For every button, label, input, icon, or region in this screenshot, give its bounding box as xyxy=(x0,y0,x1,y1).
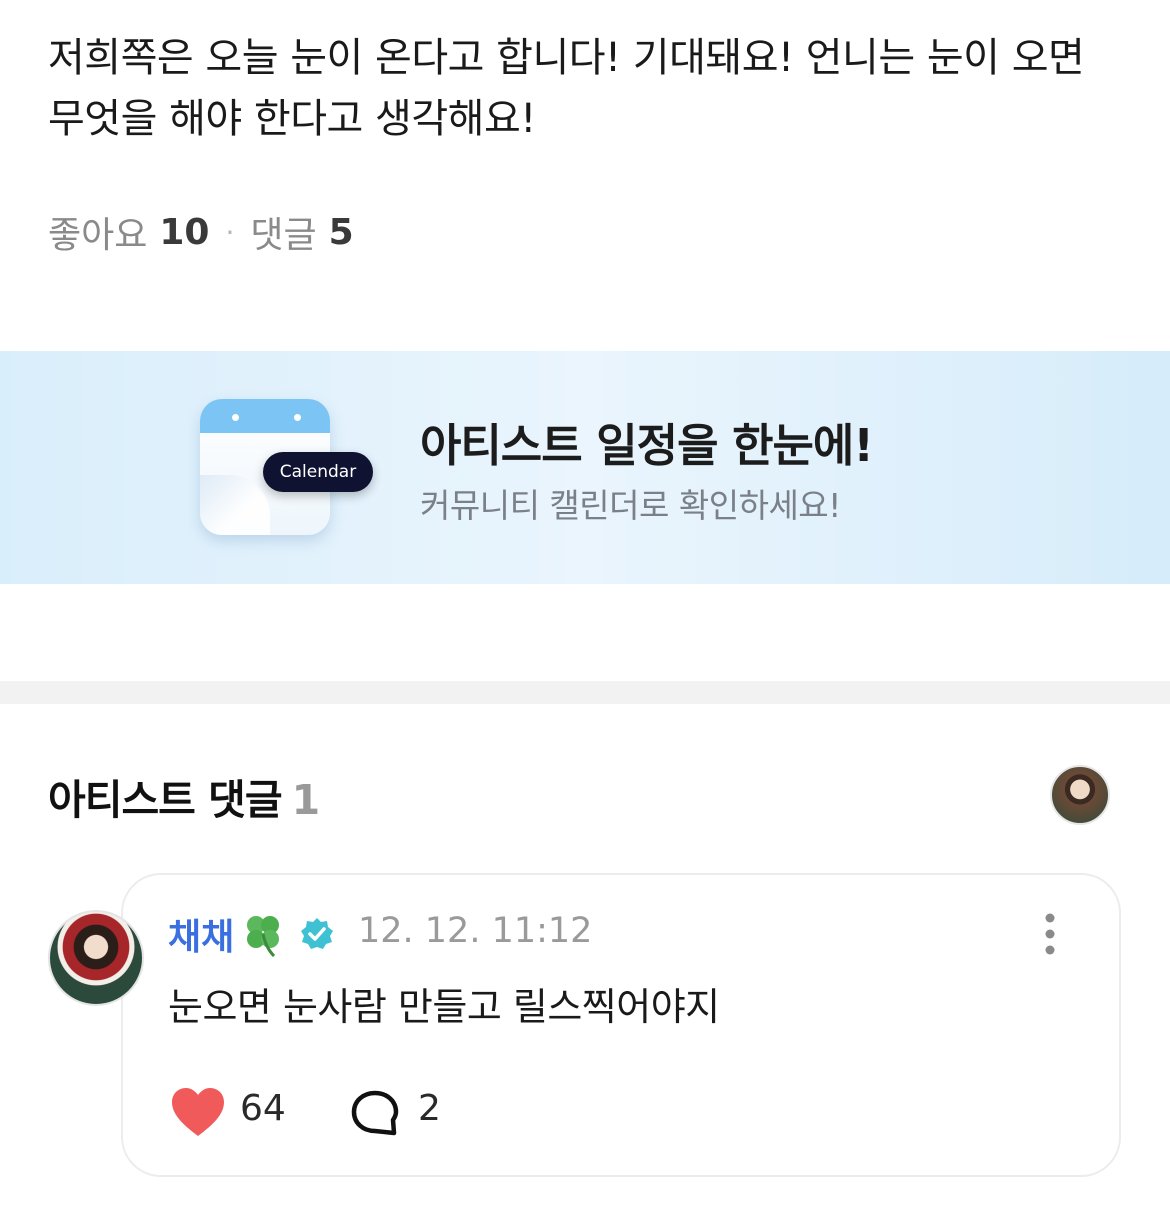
stats-separator: · xyxy=(225,215,235,249)
comment-author-name[interactable]: 채채 xyxy=(168,908,234,960)
post-stats: 좋아요 10 · 댓글 5 xyxy=(48,208,354,257)
reply-bubble-icon[interactable] xyxy=(350,1089,400,1137)
comment-author-avatar[interactable] xyxy=(48,910,144,1006)
artist-comments-title: 아티스트 댓글 xyxy=(48,776,283,824)
likes-label: 좋아요 xyxy=(48,215,148,256)
heart-icon[interactable] xyxy=(170,1086,226,1138)
comment-reply-count: 2 xyxy=(418,1088,441,1129)
section-divider xyxy=(0,681,1170,704)
comment-like-count: 64 xyxy=(240,1088,286,1129)
clover-icon xyxy=(247,916,279,958)
calendar-badge: Calendar xyxy=(263,452,373,492)
banner-subtitle: 커뮤니티 캘린더로 확인하세요! xyxy=(420,486,841,525)
calendar-promo-banner[interactable]: Calendar 아티스트 일정을 한눈에! 커뮤니티 캘린더로 확인하세요! xyxy=(0,351,1170,584)
comments-count[interactable]: 5 xyxy=(329,212,354,253)
calendar-icon: Calendar xyxy=(200,399,373,537)
artist-comments-heading: 아티스트 댓글 1 xyxy=(48,766,321,826)
likes-count[interactable]: 10 xyxy=(159,212,209,253)
post-body-text: 저희쪽은 오늘 눈이 온다고 합니다! 기대돼요! 언니는 눈이 오면 무엇을 … xyxy=(48,35,1085,142)
banner-title: 아티스트 일정을 한눈에! xyxy=(420,419,874,472)
comment-timestamp: 12. 12. 11:12 xyxy=(358,911,593,951)
comment-text: 눈오면 눈사람 만들고 릴스찍어야지 xyxy=(168,985,720,1029)
artist-comments-count: 1 xyxy=(291,776,321,824)
more-options-icon[interactable] xyxy=(1036,912,1064,956)
artist-avatar[interactable] xyxy=(1050,765,1110,825)
verified-badge-icon xyxy=(301,918,333,949)
comments-label: 댓글 xyxy=(250,215,317,256)
